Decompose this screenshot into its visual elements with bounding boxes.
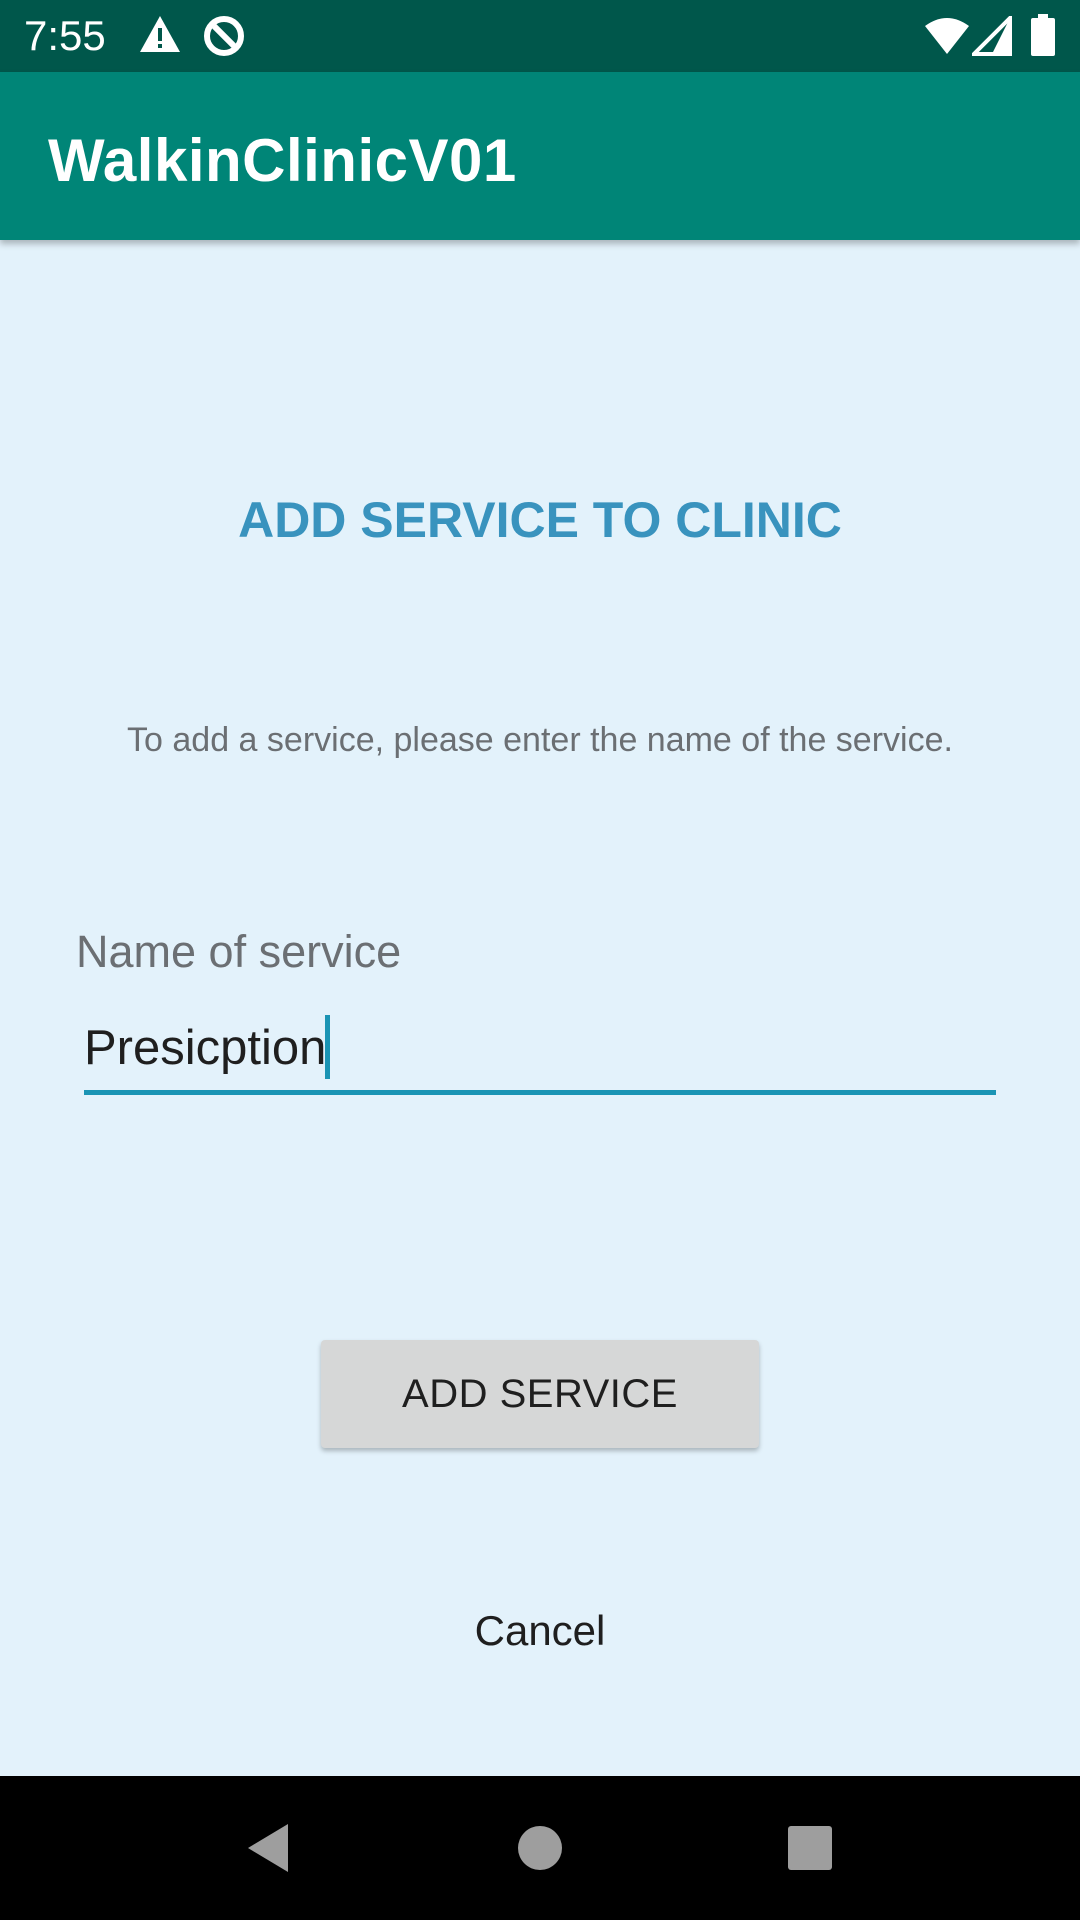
add-service-button[interactable]: ADD SERVICE bbox=[321, 1340, 759, 1448]
screen: 7:55 WalkinClinicV01 ADD SERVICE TO CLIN… bbox=[0, 0, 1080, 1920]
recents-icon[interactable] bbox=[760, 1798, 860, 1898]
app-bar: WalkinClinicV01 bbox=[0, 72, 1080, 240]
navigation-bar bbox=[0, 1776, 1080, 1920]
status-bar: 7:55 bbox=[0, 0, 1080, 72]
instruction-text: To add a service, please enter the name … bbox=[127, 721, 953, 759]
home-icon[interactable] bbox=[490, 1798, 590, 1898]
app-title: WalkinClinicV01 bbox=[48, 127, 517, 194]
back-icon[interactable] bbox=[218, 1798, 318, 1898]
service-name-label: Name of service bbox=[76, 926, 402, 977]
cancel-button[interactable]: Cancel bbox=[390, 1596, 690, 1666]
wifi-icon bbox=[924, 16, 970, 61]
service-name-input[interactable] bbox=[84, 1010, 984, 1086]
status-time: 7:55 bbox=[24, 12, 106, 59]
data-saver-icon bbox=[202, 14, 246, 63]
page-title: ADD SERVICE TO CLINIC bbox=[238, 492, 842, 548]
service-name-field[interactable] bbox=[84, 1010, 996, 1095]
warning-icon bbox=[138, 14, 182, 59]
signal-icon bbox=[969, 13, 1012, 61]
text-cursor bbox=[325, 1015, 330, 1079]
battery-icon bbox=[1030, 14, 1056, 61]
